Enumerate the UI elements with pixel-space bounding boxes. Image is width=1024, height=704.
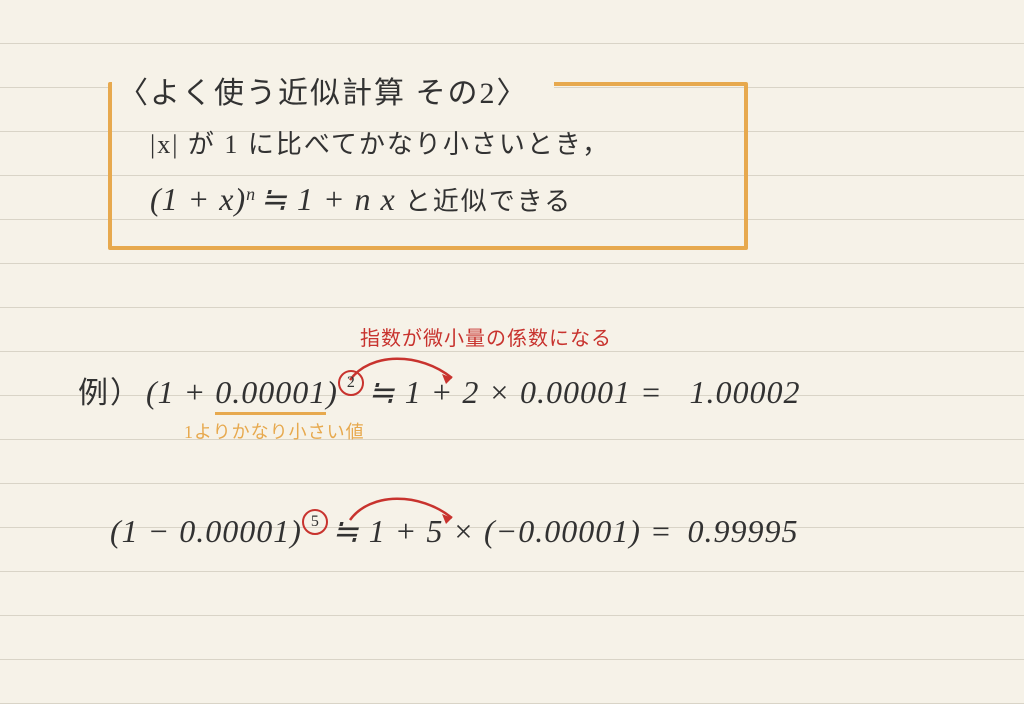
example-label: 例） — [78, 377, 142, 410]
ex1-small-value: 0.00001 — [215, 374, 326, 415]
section-title: 〈よく使う近似計算 その2〉 — [112, 72, 554, 100]
rule-suffix: と近似できる — [405, 187, 572, 216]
ex2-result: 0.99995 — [687, 513, 798, 549]
ex1-result: 1.00002 — [690, 374, 801, 410]
example-2: (1 − 0.00001)5 ≒ 1 + 5 × (−0.00001) = 0.… — [110, 512, 798, 550]
rule-rhs: ≒ 1 + n x — [260, 181, 405, 217]
ex2-approx: ≒ 1 + 5 × (−0.00001) = — [332, 513, 682, 549]
example-1: 例） (1 + 0.00001)2 ≒ 1 + 2 × 0.00001 = 1.… — [78, 372, 801, 416]
ex2-lhs: (1 − 0.00001) — [110, 513, 302, 549]
ex1-close: ) — [326, 374, 338, 410]
rule-formula: (1 + x)n ≒ 1 + n x と近似できる — [150, 180, 572, 223]
ex1-exponent-circled: 2 — [338, 370, 364, 396]
annotation-small-value: 1よりかなり小さい値 — [184, 418, 365, 444]
ex1-open: (1 + — [146, 374, 215, 410]
ex2-exponent-circled: 5 — [302, 509, 328, 535]
rule-lhs: (1 + x) — [150, 181, 246, 217]
note-page: 〈よく使う近似計算 その2〉 |x| が 1 に比べてかなり小さいとき， (1 … — [0, 0, 1024, 704]
ex1-approx: ≒ 1 + 2 × 0.00001 = — [368, 374, 672, 410]
rule-exponent: n — [246, 184, 256, 204]
annotation-exponent-coefficient: 指数が微小量の係数になる — [360, 322, 612, 351]
rule-condition: |x| が 1 に比べてかなり小さいとき， — [150, 124, 610, 166]
